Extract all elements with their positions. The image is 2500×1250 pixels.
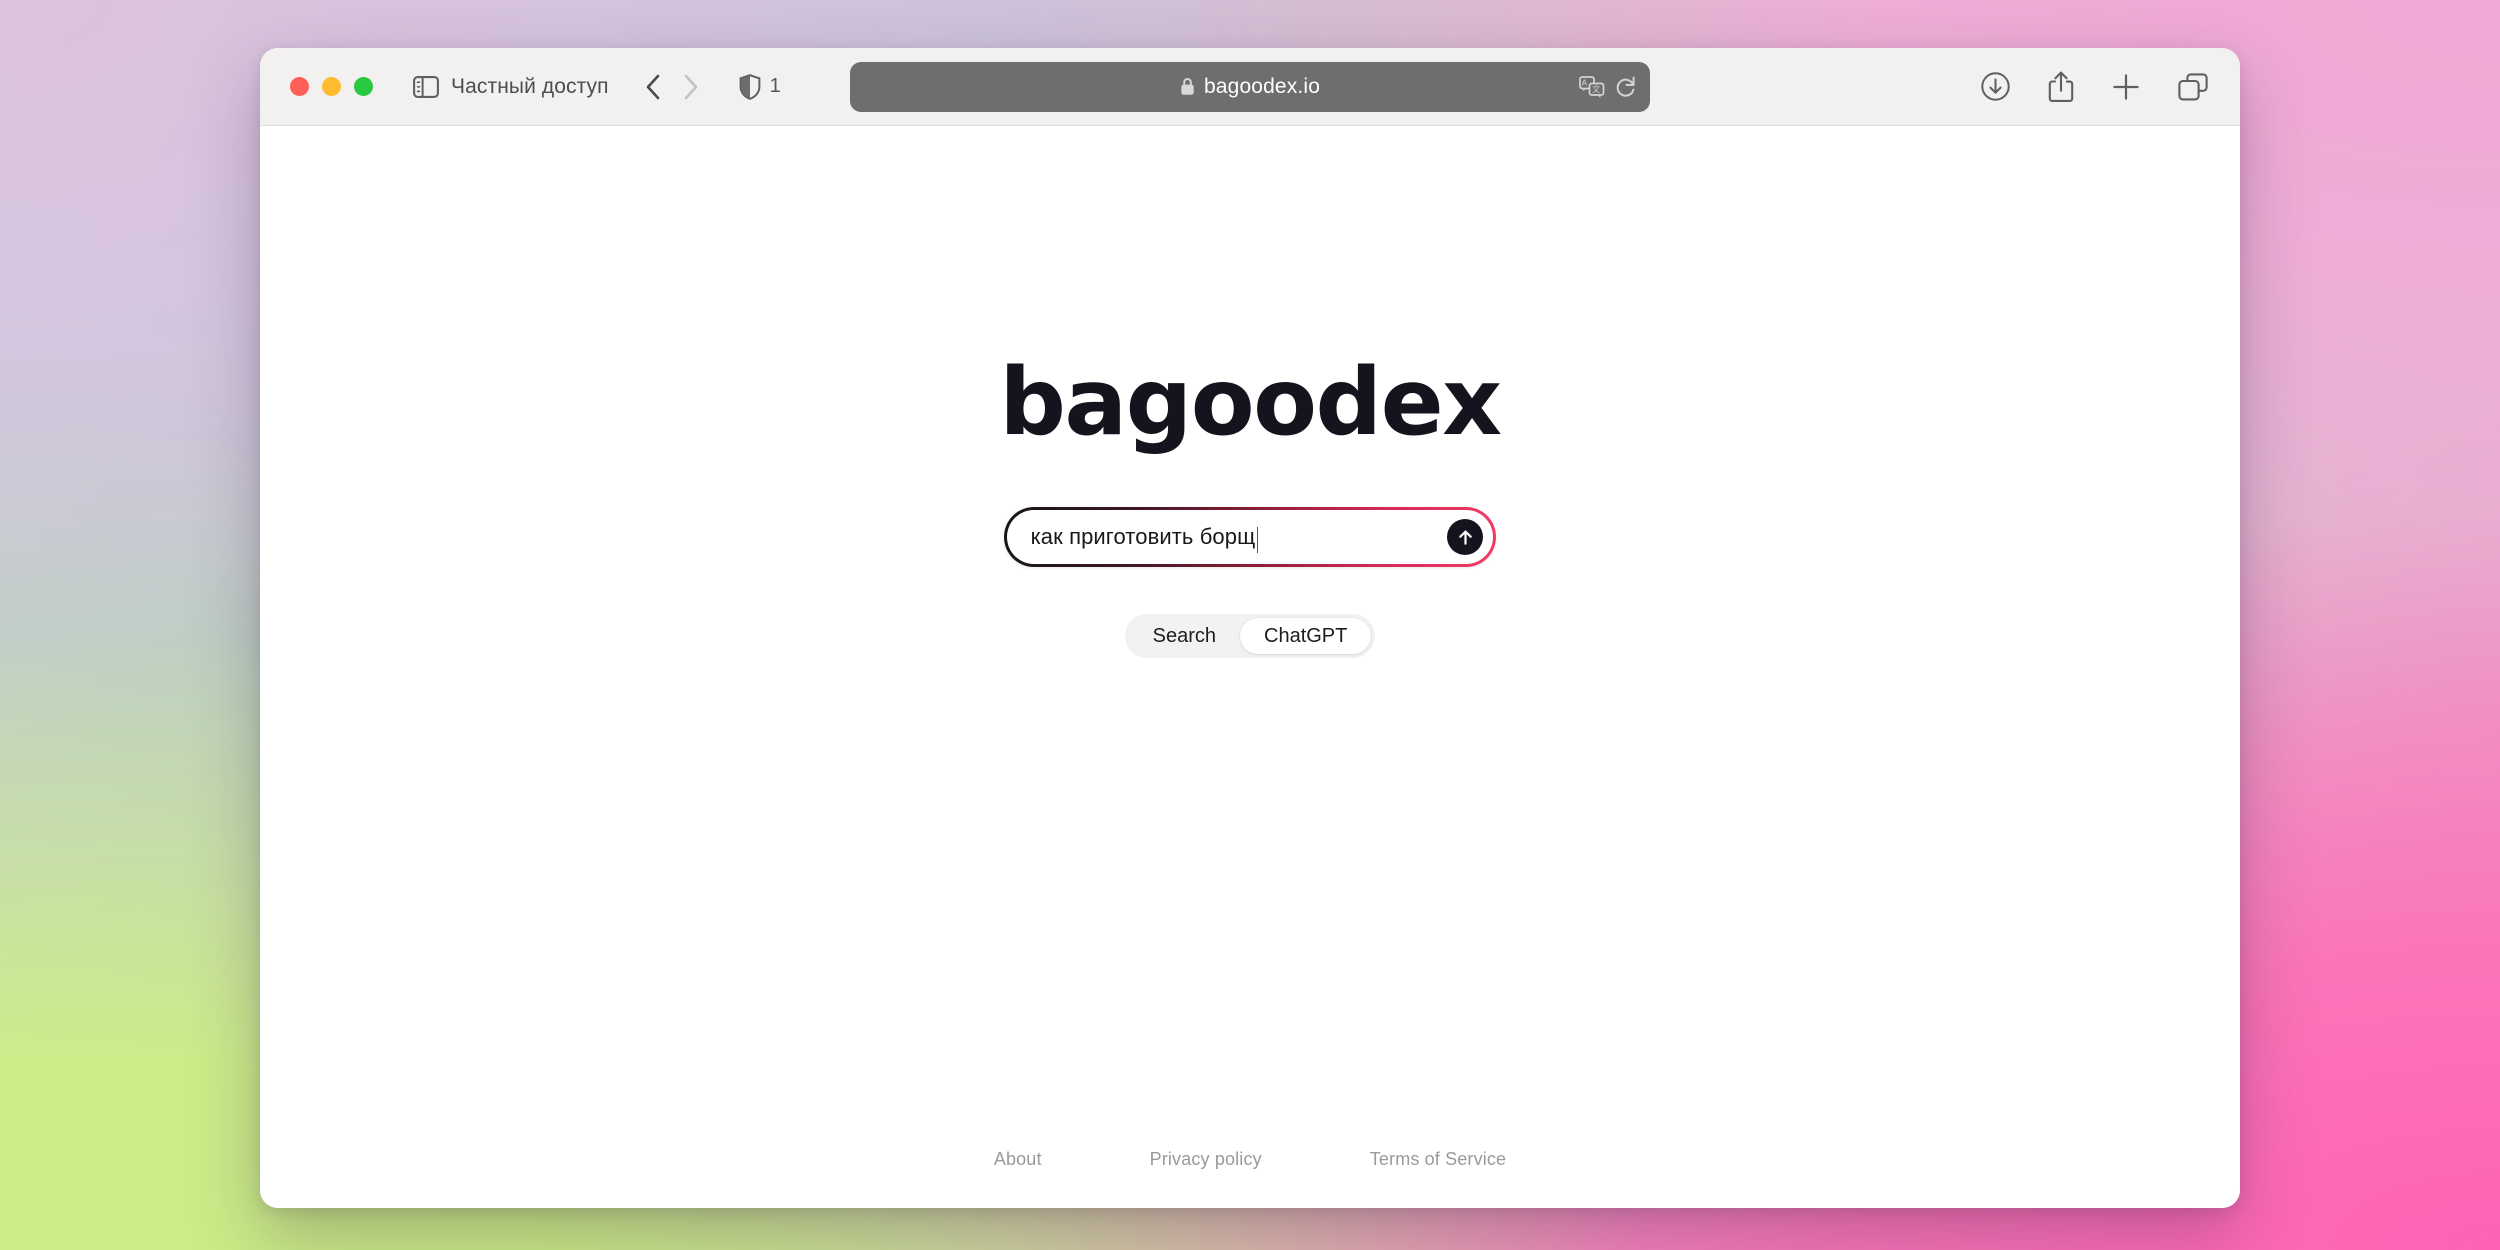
tracker-count: 1 <box>769 75 781 97</box>
back-button[interactable] <box>645 74 661 100</box>
url-bar-actions: A 文 <box>1579 75 1636 98</box>
navigation-group <box>645 74 699 100</box>
mode-option-chatgpt[interactable]: ChatGPT <box>1240 618 1372 654</box>
new-tab-icon[interactable] <box>2112 73 2140 101</box>
arrow-up-icon <box>1459 530 1472 545</box>
private-browsing-label: Частный доступ <box>451 74 609 98</box>
maximize-button[interactable] <box>354 77 373 96</box>
svg-text:文: 文 <box>1592 84 1600 94</box>
shield-icon[interactable] <box>739 73 761 100</box>
search-box-inner <box>1006 509 1494 565</box>
url-bar[interactable]: bagoodex.io A 文 <box>850 61 1650 112</box>
sidebar-icon[interactable] <box>413 75 439 98</box>
search-input[interactable] <box>1030 524 1448 550</box>
browser-window: Частный доступ 1 bagoodex.io A 文 bagoode… <box>260 48 2240 1208</box>
search-box[interactable] <box>1004 507 1496 567</box>
text-cursor <box>1256 526 1259 553</box>
footer-link-terms-of-service[interactable]: Terms of Service <box>1370 1149 1506 1170</box>
browser-toolbar: Частный доступ 1 bagoodex.io A 文 <box>260 48 2240 126</box>
window-controls <box>290 77 373 96</box>
submit-button[interactable] <box>1447 519 1484 555</box>
reload-icon[interactable] <box>1615 76 1636 98</box>
mode-option-search[interactable]: Search <box>1129 618 1240 654</box>
footer: About Privacy policy Terms of Service <box>260 1149 2240 1170</box>
url-text: bagoodex.io <box>1203 74 1321 98</box>
page-content: bagoodex Search ChatGPT About Privacy po… <box>260 126 2240 1208</box>
translate-icon[interactable]: A 文 <box>1579 75 1605 98</box>
forward-button <box>683 74 699 100</box>
close-button[interactable] <box>290 77 309 96</box>
footer-link-about[interactable]: About <box>994 1149 1042 1170</box>
tracker-protection-group[interactable]: 1 <box>739 73 781 100</box>
minimize-button[interactable] <box>322 77 341 96</box>
tab-overview-icon[interactable] <box>2178 72 2208 101</box>
toolbar-right-actions <box>1981 71 2218 102</box>
lock-icon <box>1180 77 1195 96</box>
mode-toggle[interactable]: Search ChatGPT <box>1124 614 1376 658</box>
bagoodex-logo: bagoodex <box>999 348 1502 456</box>
share-icon[interactable] <box>2048 71 2074 102</box>
downloads-icon[interactable] <box>1981 72 2010 101</box>
svg-text:A: A <box>1582 78 1588 87</box>
sidebar-group: Частный доступ <box>413 75 609 99</box>
footer-link-privacy-policy[interactable]: Privacy policy <box>1150 1149 1262 1170</box>
